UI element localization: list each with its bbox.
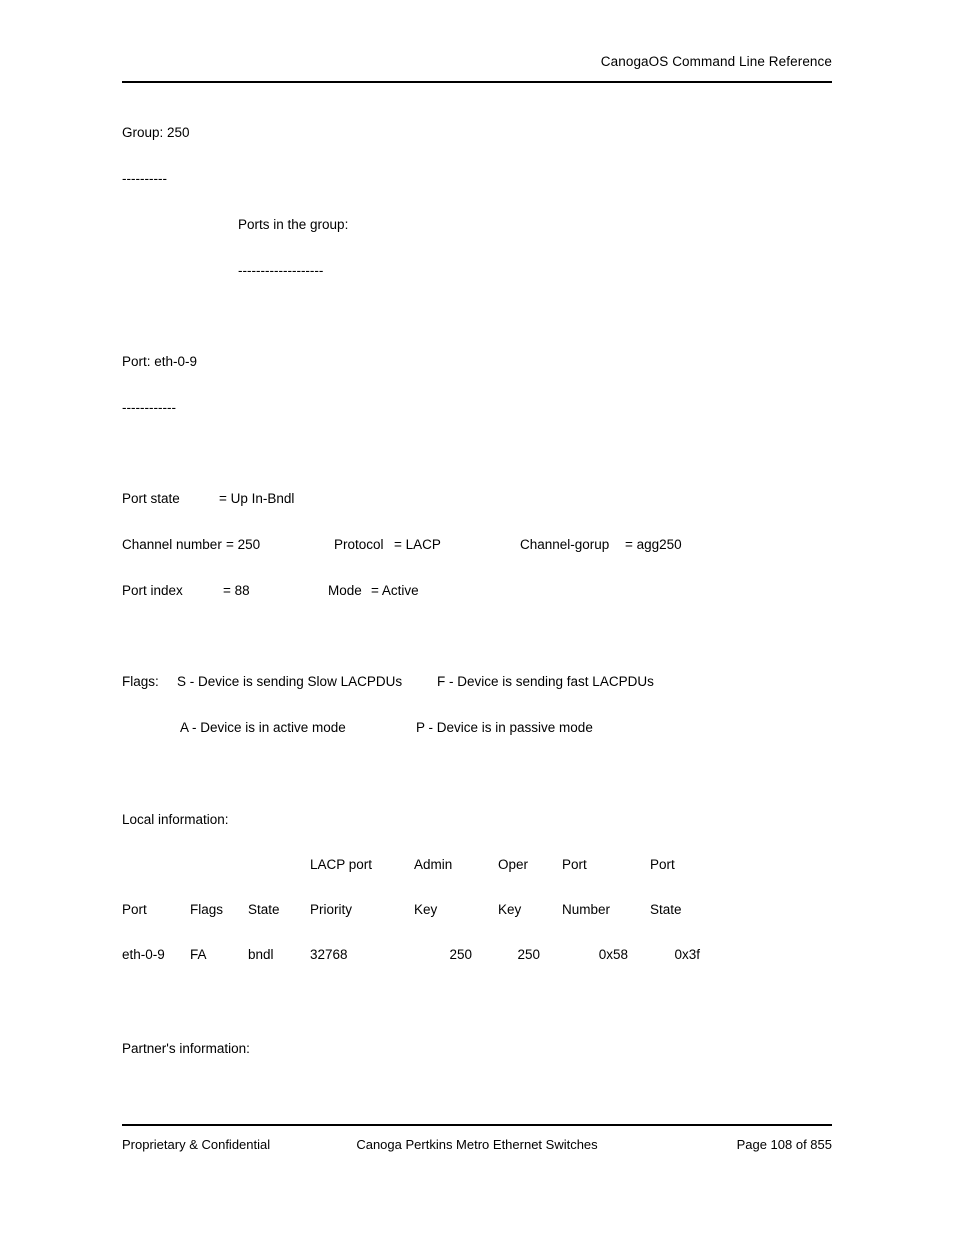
cell-state: bndl	[248, 947, 274, 962]
footer-page-number: Page 108 of 855	[736, 1137, 832, 1152]
cell-lacp-port-priority: 32768	[310, 947, 348, 962]
flag-active-description: A - Device is in active mode	[180, 720, 346, 735]
page-footer: Proprietary & Confidential Canoga Pertki…	[122, 1135, 832, 1155]
flag-slow-description: S - Device is sending Slow LACPDUs	[177, 674, 403, 689]
local-information-table: LACP port Admin Oper Port Port Port Flag…	[122, 856, 832, 991]
channel-number-label: Channel number	[122, 537, 222, 552]
local-information-label: Local information:	[122, 812, 229, 827]
col-header-state: State	[248, 902, 280, 917]
ports-in-group-rule-dashes: -------------------	[238, 263, 324, 278]
table-header-row-1: LACP port Admin Oper Port Port	[122, 856, 832, 901]
cell-port: eth-0-9	[122, 947, 165, 962]
port-line: Port: eth-0-9	[122, 354, 198, 369]
cell-port-state: 0x3f	[674, 947, 700, 962]
col-header-port-number-top: Port	[562, 857, 587, 872]
col-header-oper-key: Key	[498, 902, 522, 917]
col-header-number: Number	[562, 902, 611, 917]
flags-row-1: Flags: S - Device is sending Slow LACPDU…	[122, 673, 832, 691]
cell-admin-key: 250	[449, 947, 472, 962]
table-row: eth-0-9 FA bndl 32768 250 250 0x58 0x3f	[122, 946, 832, 991]
port-state-label: Port state	[122, 491, 180, 506]
footer-rule	[122, 1124, 832, 1126]
channel-row: Channel number = 250 Protocol = LACP Cha…	[122, 536, 832, 554]
cell-port-number: 0x58	[598, 947, 628, 962]
port-index-value: = 88	[223, 583, 250, 598]
col-header-flags: Flags	[190, 902, 224, 917]
channel-number-value: = 250	[226, 537, 261, 552]
flags-row-2: A - Device is in active mode P - Device …	[122, 719, 832, 737]
col-header-oper-key-top: Oper	[498, 857, 529, 872]
port-state-row: Port state = Up In-Bndl	[122, 490, 832, 508]
table-header-row-2: Port Flags State Priority Key Key Number…	[122, 901, 832, 946]
group-rule-dashes: ----------	[122, 171, 167, 186]
flag-fast-description: F - Device is sending fast LACPDUs	[437, 674, 654, 689]
partner-information-label: Partner's information:	[122, 1041, 250, 1056]
protocol-value: = LACP	[394, 537, 441, 552]
port-state-value: = Up In-Bndl	[219, 491, 295, 506]
col-header-port-state-top: Port	[650, 857, 675, 872]
port-rule-dashes: ------------	[122, 400, 176, 415]
channel-group-value: = agg250	[625, 537, 682, 552]
col-header-admin-key-top: Admin	[414, 857, 453, 872]
port-index-label: Port index	[122, 583, 183, 598]
group-line: Group: 250	[122, 125, 190, 140]
col-header-port: Port	[122, 902, 147, 917]
cell-flags: FA	[190, 947, 207, 962]
header-rule	[122, 81, 832, 83]
ports-in-group-label: Ports in the group:	[238, 217, 349, 232]
document-page: CanogaOS Command Line Reference Group: 2…	[0, 0, 954, 1235]
col-header-lacp-port-priority-top: LACP port	[310, 857, 373, 872]
mode-value: = Active	[371, 583, 419, 598]
page-header: CanogaOS Command Line Reference	[122, 54, 832, 70]
channel-group-label: Channel-gorup	[520, 537, 610, 552]
footer-product-name: Canoga Pertkins Metro Ethernet Switches	[356, 1137, 598, 1152]
header-title: CanogaOS Command Line Reference	[600, 54, 832, 69]
protocol-label: Protocol	[334, 537, 384, 552]
col-header-port-state: State	[650, 902, 682, 917]
flags-label: Flags:	[122, 674, 159, 689]
flag-passive-description: P - Device is in passive mode	[416, 720, 593, 735]
mode-label: Mode	[328, 583, 362, 598]
col-header-priority: Priority	[310, 902, 353, 917]
port-index-row: Port index = 88 Mode = Active	[122, 582, 832, 600]
col-header-admin-key: Key	[414, 902, 438, 917]
cell-oper-key: 250	[517, 947, 540, 962]
footer-confidentiality-notice: Proprietary & Confidential	[122, 1137, 271, 1152]
